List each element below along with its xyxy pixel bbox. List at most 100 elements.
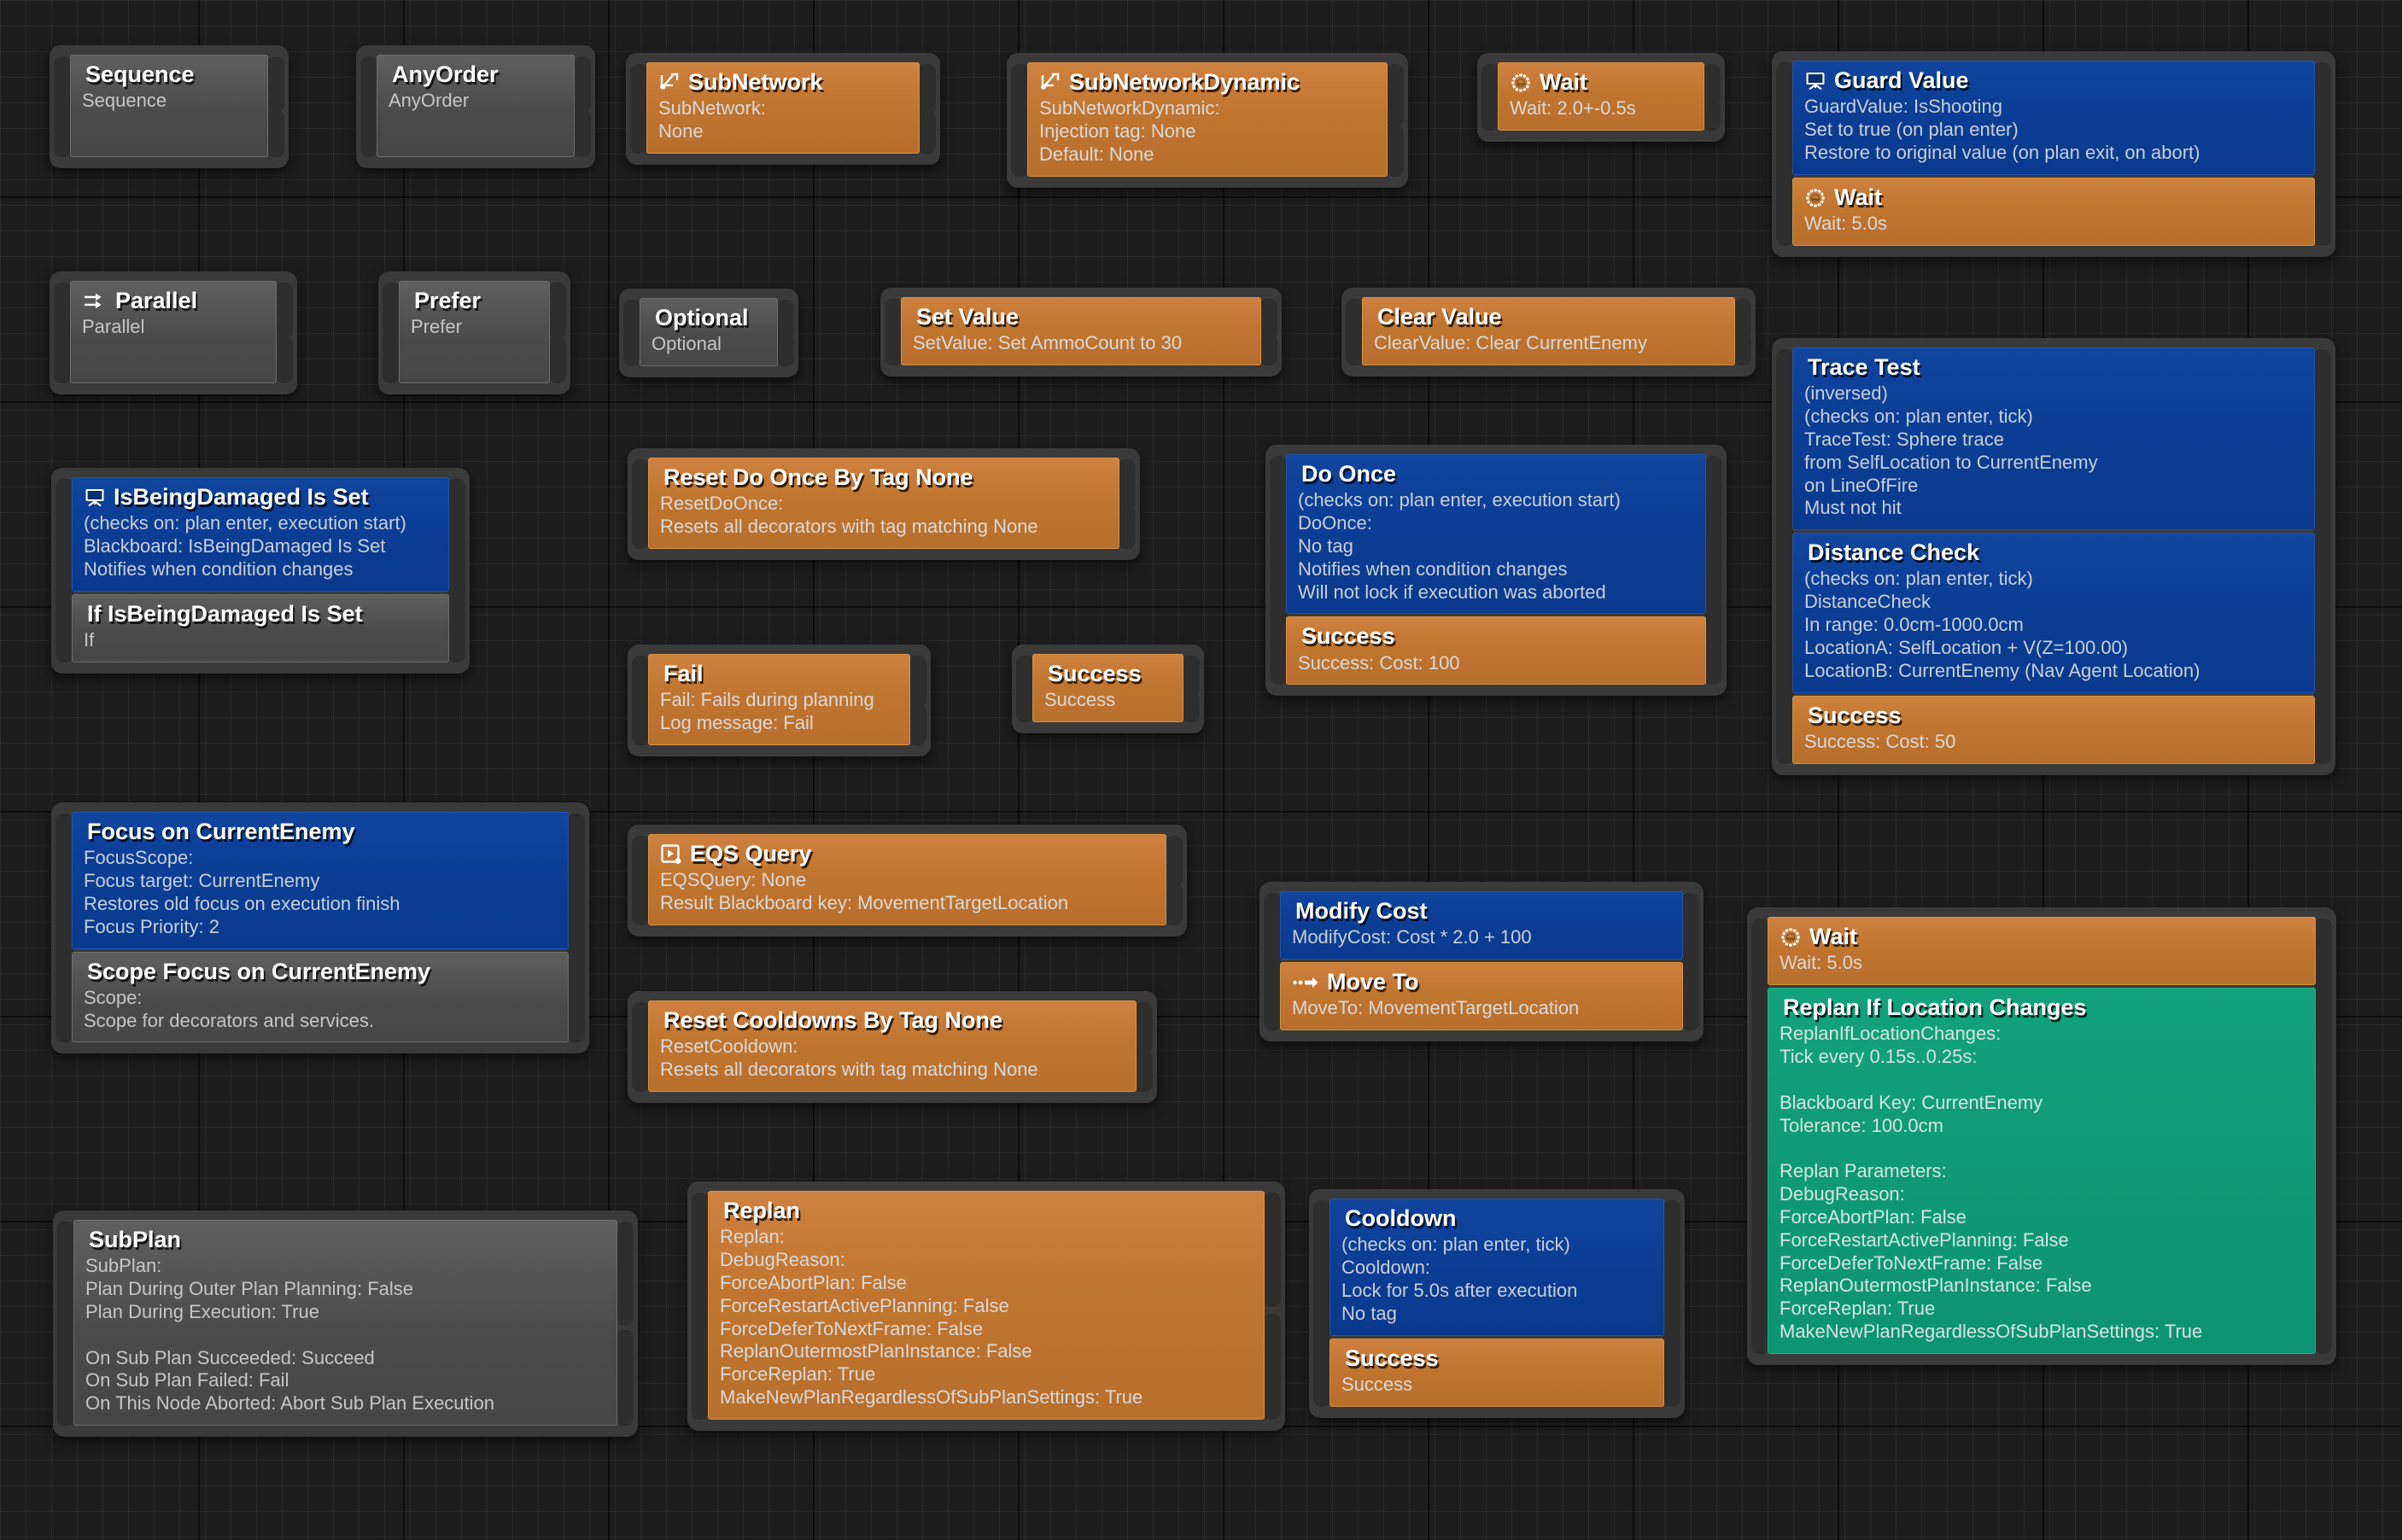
node-row[interactable]: SubNetwork SubNetwork: None (646, 62, 920, 154)
node-output-pin[interactable] (776, 335, 794, 367)
node-output-pin[interactable] (1703, 100, 1721, 131)
node-row[interactable]: Sequence Sequence (70, 55, 268, 157)
wait-icon (1804, 187, 1826, 209)
node-modify-cost[interactable]: Modify Cost ModifyCost: Cost * 2.0 + 100 … (1259, 882, 1704, 1042)
node-row[interactable]: Focus on CurrentEnemy FocusScope: Focus t… (72, 812, 569, 949)
node-output-pin[interactable] (266, 110, 284, 157)
node-row[interactable]: Replan If Location Changes ReplanIfLocati… (1768, 988, 2316, 1354)
node-row-description: SetValue: Set AmmoCount to 30 (913, 332, 1183, 354)
node-wait-replan[interactable]: Wait Wait: 5.0s Replan If Location Changes… (1747, 907, 2336, 1365)
node-row[interactable]: Success Success: Cost: 100 (1286, 616, 1706, 685)
node-output-pin[interactable] (909, 703, 926, 745)
node-row-description: ResetCooldown: Resets all decorators wit… (660, 1035, 1038, 1081)
node-row[interactable]: Modify Cost ModifyCost: Cost * 2.0 + 100 (1280, 891, 1683, 960)
node-parallel[interactable]: Parallel Parallel (50, 271, 297, 394)
node-row[interactable]: Guard Value GuardValue: IsShooting Set to… (1792, 61, 2315, 175)
node-output-pin[interactable] (616, 1330, 634, 1426)
node-output-pin[interactable] (1182, 691, 1200, 723)
node-replan[interactable]: Replan Replan: DebugReason: ForceAbortPla… (687, 1181, 1285, 1431)
node-reset-do-once[interactable]: Reset Do Once By Tag None ResetDoOnce: Re… (628, 448, 1140, 560)
node-reset-cooldowns[interactable]: Reset Cooldowns By Tag None ResetCooldown… (628, 991, 1157, 1103)
node-title-text: Success (1808, 702, 1902, 728)
node-output-pin[interactable] (1118, 507, 1136, 549)
node-graph-canvas[interactable]: Sequence Sequence AnyOrder AnyOrder SubNetw… (0, 0, 2402, 1540)
node-row[interactable]: SubNetworkDynamic SubNetworkDynamic: Inje… (1027, 62, 1388, 177)
node-output-pin[interactable] (918, 112, 936, 154)
node-row[interactable]: Move To MoveTo: MovementTargetLocation (1280, 962, 1683, 1031)
node-row[interactable]: Success Success (1330, 1338, 1664, 1407)
node-trace-test[interactable]: Trace Test (inversed) (checks on: plan en… (1772, 338, 2335, 775)
node-output-pin[interactable] (1733, 335, 1751, 366)
node-subnetwork[interactable]: SubNetwork SubNetwork: None (626, 53, 940, 165)
node-row[interactable]: Trace Test (inversed) (checks on: plan en… (1792, 347, 2315, 531)
node-row[interactable]: Do Once (checks on: plan enter, execution… (1286, 454, 1706, 615)
node-row[interactable]: Distance Check (checks on: plan enter, ti… (1792, 533, 2315, 693)
node-title-text: Success (1048, 661, 1142, 686)
node-row-description: (checks on: plan enter, execution start)… (1298, 489, 1621, 603)
node-title-text: Do Once (1301, 461, 1397, 487)
node-isbeingdamaged-is-set[interactable]: IsBeingDamaged Is Set (checks on: plan en… (51, 468, 470, 674)
node-output-pin[interactable] (1135, 1050, 1153, 1092)
node-success[interactable]: Success Success (1012, 645, 1204, 734)
node-output-pin[interactable] (1386, 124, 1404, 177)
node-output-pin[interactable] (1259, 335, 1277, 366)
subnetwork-icon (1039, 72, 1061, 94)
node-row[interactable]: Fail Fail: Fails during planning Log mess… (648, 654, 910, 745)
node-row[interactable]: IsBeingDamaged Is Set (checks on: plan en… (72, 477, 449, 592)
node-row-title: EQS Query (660, 841, 1154, 867)
node-clear-value[interactable]: Clear Value ClearValue: Clear CurrentEnem… (1341, 288, 1756, 377)
node-row-title: If IsBeingDamaged Is Set (84, 601, 437, 627)
node-row-title: Clear Value (1374, 304, 1723, 330)
node-output-pin[interactable] (275, 336, 293, 383)
node-row[interactable]: Prefer Prefer (399, 281, 550, 383)
node-title-text: Reset Do Once By Tag None (663, 464, 973, 490)
node-row[interactable]: Reset Do Once By Tag None ResetDoOnce: Re… (648, 458, 1119, 549)
node-output-pin[interactable] (573, 110, 591, 157)
node-do-once[interactable]: Do Once (checks on: plan enter, execution… (1265, 445, 1727, 697)
node-row[interactable]: Scope Focus on CurrentEnemy Scope: Scope … (72, 951, 569, 1043)
node-wait-top[interactable]: Wait Wait: 2.0+-0.5s (1477, 53, 1725, 143)
node-row[interactable]: Set Value SetValue: Set AmmoCount to 30 (901, 297, 1261, 366)
node-output-pin[interactable] (1165, 884, 1183, 925)
node-output-pin[interactable] (548, 336, 566, 383)
node-title-text: Parallel (115, 288, 198, 313)
node-subplan[interactable]: SubPlan SubPlan: Plan During Outer Plan P… (53, 1210, 638, 1438)
node-row[interactable]: Wait Wait: 2.0+-0.5s (1498, 62, 1704, 131)
node-row[interactable]: Reset Cooldowns By Tag None ResetCooldown… (648, 1000, 1137, 1092)
node-row[interactable]: Wait Wait: 5.0s (1768, 917, 2316, 986)
node-set-value[interactable]: Set Value SetValue: Set AmmoCount to 30 (880, 288, 1282, 377)
node-row[interactable]: AnyOrder AnyOrder (377, 55, 575, 157)
node-row[interactable]: Wait Wait: 5.0s (1792, 177, 2315, 246)
node-row[interactable]: SubPlan SubPlan: Plan During Outer Plan P… (73, 1220, 617, 1426)
node-row[interactable]: Parallel Parallel (70, 281, 277, 383)
node-row[interactable]: Replan Replan: DebugReason: ForceAbortPla… (708, 1191, 1265, 1420)
node-row-description: MoveTo: MovementTargetLocation (1292, 997, 1580, 1019)
node-row-title: Modify Cost (1292, 898, 1671, 925)
node-row-title: SubNetworkDynamic (1039, 69, 1376, 96)
node-row[interactable]: If IsBeingDamaged Is Set If (72, 593, 449, 662)
node-prefer[interactable]: Prefer Prefer (378, 271, 570, 394)
node-sequence[interactable]: Sequence Sequence (50, 45, 289, 168)
node-title-text: Scope Focus on CurrentEnemy (87, 958, 431, 984)
node-row-description: (inversed) (checks on: plan enter, tick)… (1804, 382, 2098, 519)
node-row-title: Do Once (1298, 461, 1694, 487)
node-row-title: Set Value (913, 304, 1249, 330)
node-subnetworkdynamic[interactable]: SubNetworkDynamic SubNetworkDynamic: Inje… (1007, 53, 1408, 188)
node-row[interactable]: Cooldown (checks on: plan enter, tick) Co… (1330, 1199, 1664, 1336)
node-row-description: Optional (652, 333, 722, 355)
node-row[interactable]: EQS Query EQSQuery: None Result Blackboar… (648, 834, 1166, 925)
node-row[interactable]: Success Success: Cost: 50 (1792, 695, 2315, 764)
node-row[interactable]: Optional Optional (640, 298, 778, 367)
node-cooldown[interactable]: Cooldown (checks on: plan enter, tick) Co… (1309, 1189, 1685, 1418)
node-row[interactable]: Clear Value ClearValue: Clear CurrentEnem… (1362, 297, 1735, 366)
node-focus-on-currentenemy[interactable]: Focus on CurrentEnemy FocusScope: Focus t… (51, 802, 589, 1054)
node-output-pin[interactable] (1263, 1313, 1281, 1420)
node-row-description: Wait: 5.0s (1804, 212, 1887, 234)
node-guard-value[interactable]: Guard Value GuardValue: IsShooting Set to… (1772, 51, 2335, 257)
node-row[interactable]: Success Success (1032, 654, 1183, 723)
node-optional[interactable]: Optional Optional (619, 289, 798, 378)
node-anyorder[interactable]: AnyOrder AnyOrder (356, 45, 595, 168)
node-eqs-query[interactable]: EQS Query EQSQuery: None Result Blackboar… (628, 825, 1187, 936)
node-title-text: Success (1301, 623, 1395, 650)
node-fail[interactable]: Fail Fail: Fails during planning Log mess… (628, 645, 931, 756)
